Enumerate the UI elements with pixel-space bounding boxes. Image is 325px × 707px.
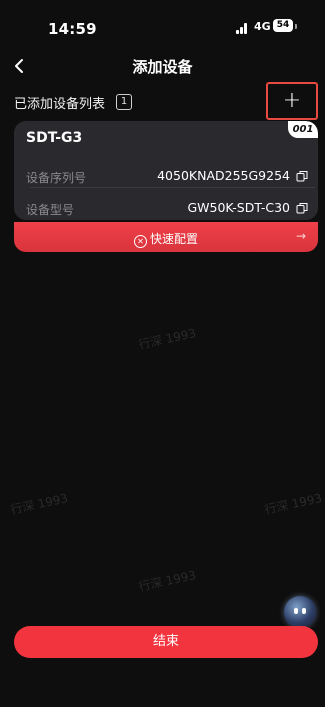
watermark: 行深 1993 <box>263 491 324 517</box>
quick-config-inner: ✕ 快速配置 <box>14 230 318 248</box>
watermark: 行深 1993 <box>9 491 70 517</box>
device-index-badge: 001 <box>288 121 318 138</box>
model-row: 设备型号 GW50K-SDT-C30 <box>26 193 308 220</box>
plus-icon: + <box>282 88 302 113</box>
finish-button[interactable]: 结束 <box>14 626 318 658</box>
copy-icon[interactable] <box>296 170 308 182</box>
device-count-badge: 1 <box>116 94 132 110</box>
status-time: 14:59 <box>48 20 97 38</box>
card-divider <box>30 187 315 188</box>
watermark: 行深 1993 <box>137 326 198 352</box>
arrow-right-icon: → <box>295 229 306 243</box>
copy-icon[interactable] <box>296 202 308 214</box>
model-label: 设备型号 <box>26 203 75 217</box>
watermark: 行深 1993 <box>137 568 198 594</box>
network-type: 4G <box>254 20 271 33</box>
device-card[interactable]: 001 SDT-G3 设备序列号 4050KNAD255G9254 设备型号 G… <box>14 121 318 220</box>
device-list-title: 已添加设备列表 <box>14 97 106 112</box>
page-title: 添加设备 <box>132 58 193 76</box>
serial-label: 设备序列号 <box>26 171 87 185</box>
quick-config-button[interactable]: ✕ 快速配置 → <box>14 222 318 252</box>
battery-tip <box>295 24 297 29</box>
close-circle-icon: ✕ <box>133 235 147 248</box>
quick-config-label: 快速配置 <box>149 232 198 246</box>
nav-bar: 添加设备 <box>0 52 325 80</box>
serial-row: 设备序列号 4050KNAD255G9254 <box>26 161 308 189</box>
serial-value: 4050KNAD255G9254 <box>157 168 290 183</box>
status-bar: 14:59 4G 54 <box>0 0 325 44</box>
assistant-floating-icon[interactable] <box>284 596 316 628</box>
device-name: SDT-G3 <box>26 130 83 146</box>
model-value: GW50K-SDT-C30 <box>187 200 290 215</box>
battery-icon: 54 <box>273 19 293 32</box>
signal-icon <box>236 23 250 34</box>
add-device-button[interactable]: + <box>266 82 318 120</box>
